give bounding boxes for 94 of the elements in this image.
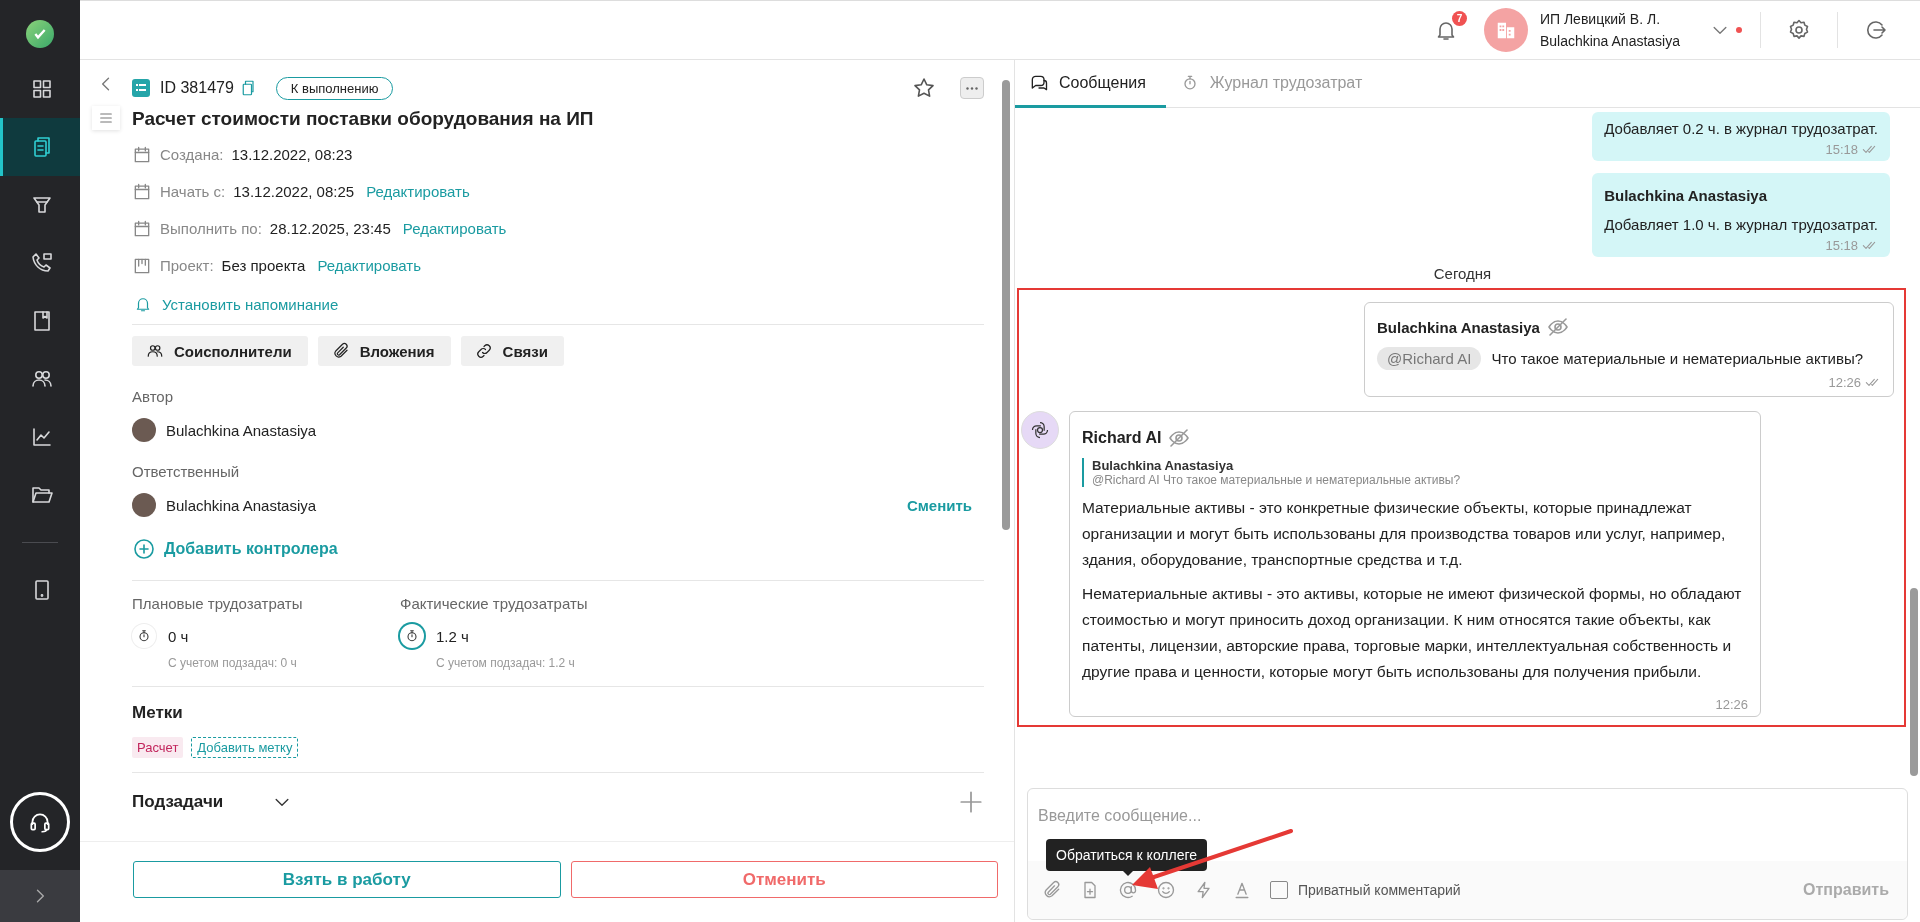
- tooltip-pointer-icon: [1123, 871, 1133, 876]
- author-label: Автор: [132, 388, 175, 405]
- avatar: [132, 493, 156, 517]
- effort-label: Плановые трудозатраты: [132, 595, 304, 612]
- message-text: Добавляет 0.2 ч. в журнал трудозатрат.: [1604, 120, 1878, 137]
- paperclip-icon: [1042, 880, 1062, 900]
- logout-icon: [1864, 18, 1888, 42]
- effort-value: 0 ч: [168, 627, 189, 645]
- message-time: 15:18: [1825, 141, 1858, 157]
- checkbox-label: Приватный комментарий: [1298, 882, 1461, 898]
- task-id: ID 381479: [160, 79, 234, 97]
- effort-label: Фактические трудозатраты: [400, 595, 589, 612]
- scrollbar-thumb[interactable]: [1910, 588, 1918, 776]
- field-label: Выполнить по:: [160, 220, 262, 237]
- message-text: Добавляет 1.0 ч. в журнал трудозатрат.: [1604, 216, 1878, 233]
- plus-circle-icon: [132, 537, 156, 561]
- tooltip: Обратиться к коллеге: [1046, 839, 1208, 871]
- responsible-label: Ответственный: [132, 463, 241, 480]
- take-to-work-button[interactable]: Взять в работу: [133, 861, 561, 898]
- task-title: Расчет стоимости поставки оборудования на ИП: [132, 108, 595, 130]
- calendar-icon: [132, 144, 152, 165]
- plus-icon: [958, 789, 984, 815]
- field-label: Проект:: [160, 257, 214, 274]
- avatar: [132, 418, 156, 442]
- author-name: Bulachkina Anastasiya: [166, 421, 317, 439]
- task-icon: [132, 79, 150, 97]
- tab[interactable]: Сообщения: [1015, 60, 1166, 108]
- message-time: 12:26: [1715, 697, 1748, 712]
- star-icon: [912, 76, 936, 100]
- effort-note: С учетом подзадач: 0 ч: [168, 656, 298, 670]
- change-link[interactable]: Сменить: [906, 496, 972, 514]
- field-value: Без проекта: [221, 257, 306, 274]
- tag[interactable]: Расчет: [132, 737, 184, 758]
- more-icon: [966, 86, 978, 90]
- favorite-button[interactable]: [912, 76, 936, 100]
- calendar-icon: [132, 181, 152, 202]
- field-value: 13.12.2022, 08:23: [231, 146, 353, 163]
- phone-icon: [29, 251, 54, 275]
- message-paragraph: Нематериальные активы - это активы, которые не имеют физической формы, но обладают стоимостью и могут приносить доход организации. К ним относятся такие объекты, как патенты, лицензии, авторские права, торговые марки, интеллектуальная собственность и другие права и ценности, которые могут быть использованы для получения прибыли.: [1082, 584, 1743, 682]
- field-label: Создана:: [160, 146, 224, 163]
- tags-title: Метки: [132, 703, 184, 723]
- user-name: Bulachkina Anastasiya: [1539, 33, 1680, 49]
- app-logo-icon[interactable]: [26, 20, 54, 48]
- people-icon: [146, 342, 164, 360]
- edit-link[interactable]: Редактировать: [402, 220, 507, 237]
- at-sign-icon: [1118, 880, 1138, 900]
- bell-icon: [134, 295, 152, 313]
- checkbox[interactable]: [1270, 881, 1288, 899]
- more-button[interactable]: [960, 77, 984, 99]
- message-author: Bulachkina Anastasiya: [1377, 318, 1540, 336]
- section-button[interactable]: Соисполнители: [132, 336, 308, 366]
- message-author: Bulachkina Anastasiya: [1604, 187, 1768, 204]
- edit-link[interactable]: Редактировать: [317, 257, 422, 274]
- scrollbar-thumb[interactable]: [1002, 80, 1010, 530]
- field-label: Начать с:: [160, 183, 226, 200]
- notification-count: 7: [1451, 11, 1467, 26]
- effort-note: С учетом подзадач: 1.2 ч: [436, 656, 576, 670]
- section-button[interactable]: Вложения: [317, 336, 451, 366]
- edit-link[interactable]: Редактировать: [366, 183, 470, 200]
- gear-icon: [1787, 18, 1811, 42]
- calendar-icon: [132, 218, 152, 239]
- mention-chip[interactable]: @Richard AI: [1377, 347, 1482, 370]
- add-controller-link[interactable]: Добавить контролера: [132, 534, 984, 564]
- message-time: 15:18: [1825, 237, 1858, 253]
- link-icon: [474, 342, 493, 360]
- date-divider: Сегодня: [1432, 265, 1493, 282]
- message-author: Richard AI: [1082, 429, 1162, 447]
- tab[interactable]: Журнал трудозатрат: [1165, 60, 1383, 108]
- quote-text: @Richard AI Что такое материальные и нематериальные активы?: [1092, 473, 1462, 487]
- message-text: Что такое материальные и нематериальные активы?: [1491, 350, 1863, 367]
- effort-value: 1.2 ч: [436, 627, 469, 645]
- smiley-icon: [1156, 880, 1176, 900]
- field-value: 28.12.2025, 23:45: [269, 220, 391, 237]
- company-name: ИП Левицкий В. Л.: [1539, 11, 1662, 27]
- message-paragraph: Материальные активы - это конкретные физические объекты, которые принадлежат организации и могут быть использованы для производства товаров или услуг, например, здания, оборудование, транспортные средства и т.д.: [1082, 498, 1727, 570]
- menu-icon: [98, 110, 114, 126]
- responsible-name: Bulachkina Anastasiya: [166, 496, 317, 514]
- quote-author: Bulachkina Anastasiya: [1092, 458, 1235, 473]
- section-button[interactable]: Связи: [460, 336, 564, 366]
- field-value: 13.12.2022, 08:25: [233, 183, 355, 200]
- toolbar-button[interactable]: [1156, 880, 1176, 900]
- add-tag-button[interactable]: Добавить метку: [191, 737, 299, 758]
- add-subtask-button[interactable]: [958, 789, 984, 815]
- bot-avatar-icon: [1021, 411, 1059, 449]
- company-avatar-icon: [1483, 8, 1528, 52]
- paperclip-icon: [331, 342, 350, 360]
- subtasks-title: Подзадачи: [132, 792, 225, 812]
- status-dot: [1736, 27, 1742, 33]
- reminder-link[interactable]: Установить напоминание: [132, 284, 984, 324]
- support-button[interactable]: [10, 792, 70, 852]
- toolbar-button[interactable]: [1042, 880, 1062, 900]
- message-time: 12:26: [1828, 374, 1861, 390]
- sidebar-item[interactable]: [0, 118, 80, 176]
- cancel-button[interactable]: Отменить: [570, 861, 998, 898]
